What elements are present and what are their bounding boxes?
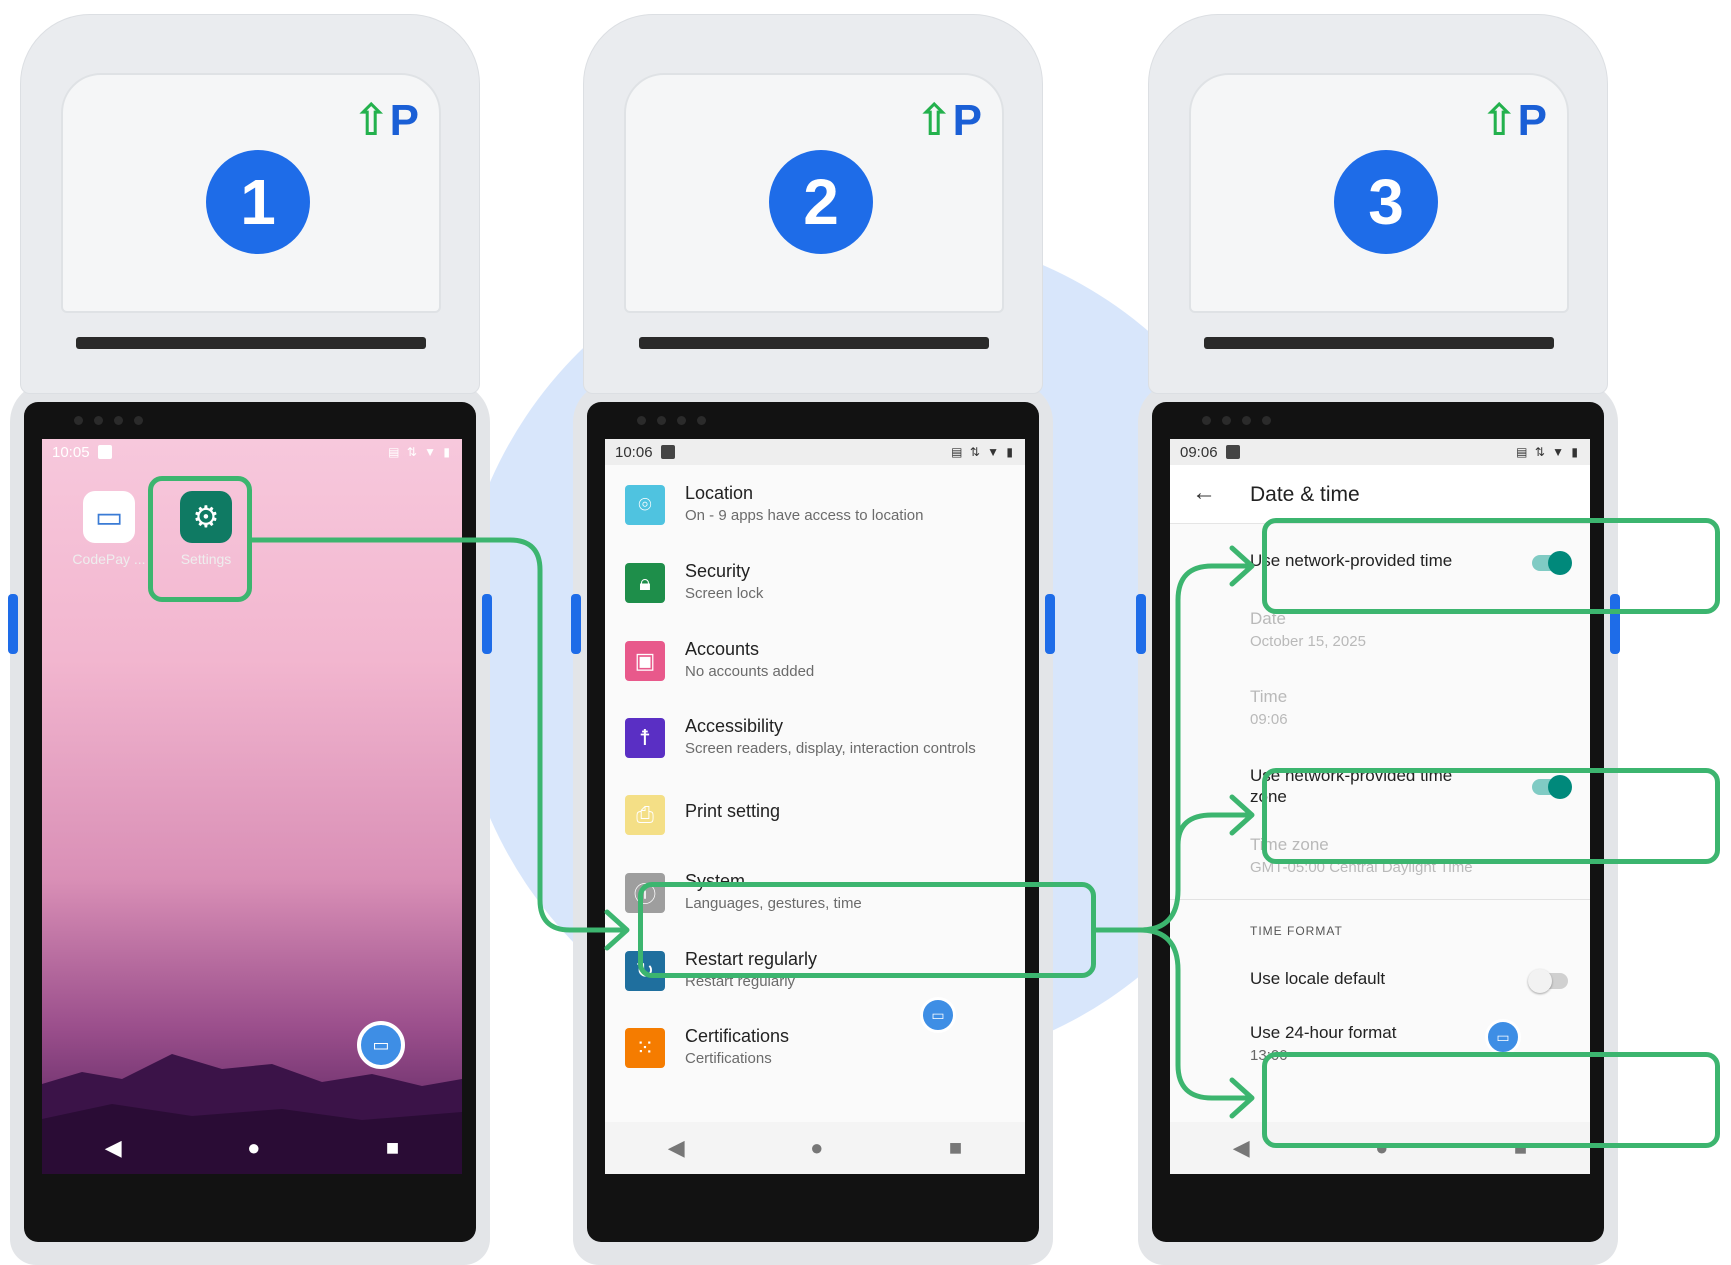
status-icons: ▤ ⇅ ▼ ▮ [1516,445,1580,459]
floating-screen-button[interactable]: ▭ [357,1021,405,1069]
floating-screen-button[interactable]: ▭ [920,997,956,1033]
settings-item-title: Security [685,561,751,581]
grid-icon: ⁙ [625,1028,665,1068]
brand-logo: ⇧P [352,96,419,145]
settings-item-subtitle: Screen lock [685,585,764,602]
home-nav-icon[interactable]: ● [810,1135,823,1161]
status-icons: ▤ ⇅ ▼ ▮ [951,445,1015,459]
settings-item-accessibility[interactable]: ☨ Accessibility Screen readers, display,… [605,702,1025,780]
app-label: CodePay ... [72,551,146,567]
home-screen: 10:05 ▤ ⇅ ▼ ▮ ▭ CodePay ... ⚙ Settings ▭… [42,439,462,1174]
status-bar: 09:06 ▤ ⇅ ▼ ▮ [1170,439,1590,465]
notification-icon [1225,444,1240,459]
accessibility-icon: ☨ [625,718,665,758]
settings-item-subtitle: On - 9 apps have access to location [685,507,924,524]
setting-time: Time 09:06 [1170,677,1590,747]
back-nav-icon[interactable]: ◀ [1233,1135,1250,1161]
recents-nav-icon[interactable]: ■ [949,1135,962,1161]
printer-head: ⇧P 2 [583,14,1043,394]
side-key-left [8,594,18,654]
setting-value: 09:06 [1250,711,1288,728]
setting-label: Use locale default [1250,969,1386,988]
highlight-system [638,882,1096,978]
side-key-right [482,594,492,654]
lock-icon: 🔒︎ [625,563,665,603]
divider [1170,899,1590,900]
section-header: TIME FORMAT [1250,924,1343,938]
nav-bar: ◀ ● ■ [605,1122,1025,1174]
nav-bar: ◀ ● ■ [42,1122,462,1174]
settings-item-title: Certifications [685,1026,790,1046]
settings-item-subtitle: Certifications [685,1050,772,1067]
settings-item-title: Print setting [685,801,781,821]
floating-screen-button[interactable]: ▭ [1485,1019,1521,1055]
settings-item-certifications[interactable]: ⁙ Certifications Certifications [605,1012,1025,1090]
settings-screen: 10:06 ▤ ⇅ ▼ ▮ ⌾ Location On - 9 apps hav… [605,439,1025,1174]
device-step-2: ⇧P 2 10:06 ▤ ⇅ ▼ ▮ ⌾ Location On - 9 app… [571,14,1055,1265]
status-time: 09:06 [1180,443,1218,461]
settings-item-title: Accounts [685,639,760,659]
home-nav-icon[interactable]: ● [247,1135,260,1161]
setting-label: Time [1250,687,1288,706]
notification-icon [660,444,675,459]
status-time: 10:06 [615,443,653,461]
setting-locale-default[interactable]: Use locale default [1170,949,1590,1005]
app-bar: ← Date & time [1170,465,1590,524]
camera-dots [637,416,706,425]
settings-item-title: Location [685,483,754,503]
back-arrow-icon[interactable]: ← [1192,479,1216,507]
settings-item-location[interactable]: ⌾ Location On - 9 apps have access to lo… [605,469,1025,547]
settings-item-subtitle: Screen readers, display, interaction con… [685,740,976,757]
step-badge: 1 [206,150,310,254]
camera-dots [1202,416,1271,425]
settings-item-security[interactable]: 🔒︎ Security Screen lock [605,547,1025,625]
settings-item-subtitle: No accounts added [685,663,815,680]
paper-slot [1204,337,1554,349]
paper-slot [639,337,989,349]
back-nav-icon[interactable]: ◀ [668,1135,685,1161]
status-icons: ▤ ⇅ ▼ ▮ [388,445,452,459]
step-badge: 3 [1334,150,1438,254]
status-bar: 10:06 ▤ ⇅ ▼ ▮ [605,439,1025,465]
settings-item-title: Accessibility [685,716,784,736]
location-pin-icon: ⌾ [625,485,665,525]
settings-item-print-setting[interactable]: ⎙ Print setting [605,779,1025,857]
recents-nav-icon[interactable]: ■ [386,1135,399,1161]
setting-value: October 15, 2025 [1250,633,1366,650]
setting-label: Use 24-hour format [1250,1023,1397,1042]
status-time: 10:05 [52,443,90,461]
back-nav-icon[interactable]: ◀ [105,1135,122,1161]
page-title: Date & time [1250,483,1360,506]
highlight-24-hour-format [1262,1052,1720,1148]
locale-default-toggle[interactable] [1528,969,1568,993]
side-key-right [1045,594,1055,654]
camera-dots [74,416,143,425]
highlight-settings-app [148,476,252,602]
app-codepay[interactable]: ▭ CodePay ... [68,491,150,567]
print-icon: ⎙ [625,795,665,835]
step-badge: 2 [769,150,873,254]
printer-head: ⇧P 1 [20,14,480,394]
card-icon: ▭ [83,491,135,543]
device-step-1: ⇧P 1 10:05 ▤ ⇅ ▼ ▮ ▭ CodePay ... ⚙ Setti… [8,14,492,1265]
brand-logo: ⇧P [1480,96,1547,145]
highlight-network-time-zone [1262,768,1720,864]
account-icon: ▣ [625,641,665,681]
status-bar: 10:05 ▤ ⇅ ▼ ▮ [42,439,462,465]
brand-logo: ⇧P [915,96,982,145]
side-key-left [571,594,581,654]
side-key-left [1136,594,1146,654]
paper-slot [76,337,426,349]
printer-head: ⇧P 3 [1148,14,1608,394]
settings-item-accounts[interactable]: ▣ Accounts No accounts added [605,625,1025,703]
highlight-network-time [1262,518,1720,614]
notification-icon [97,444,112,459]
